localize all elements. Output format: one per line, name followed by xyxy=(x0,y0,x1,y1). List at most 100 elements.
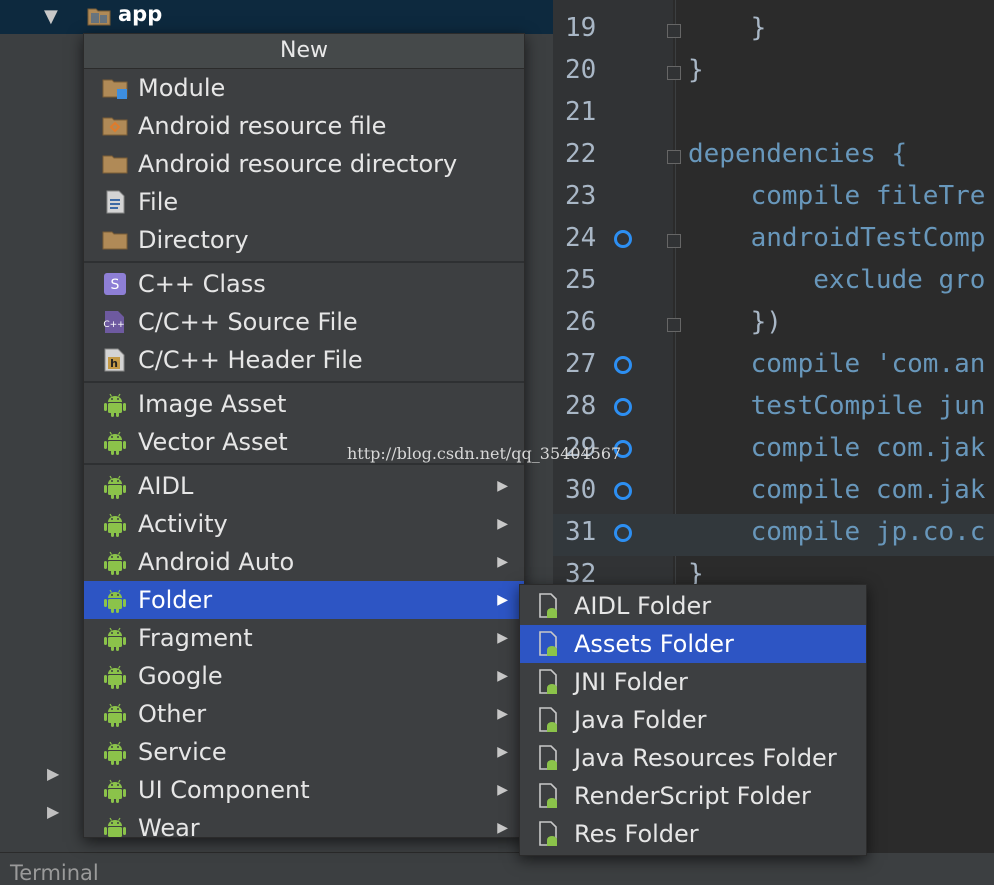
android-icon xyxy=(104,817,126,837)
code-text: androidTestComp xyxy=(688,223,986,253)
menu-item-c-c-header-file[interactable]: h C/C++ Header File xyxy=(84,341,524,379)
status-bar: Terminal xyxy=(0,852,994,885)
watermark: http://blog.csdn.net/qq_35404567 xyxy=(347,444,622,463)
line-number: 22 xyxy=(565,139,597,169)
line-number: 28 xyxy=(565,391,597,421)
file-android-icon xyxy=(539,593,557,618)
file-android-icon xyxy=(539,783,557,808)
expand-arrow-icon[interactable]: ▼ xyxy=(44,6,58,27)
line-number: 25 xyxy=(565,265,597,295)
breakpoint-icon[interactable] xyxy=(614,356,632,374)
code-line[interactable]: 27 compile 'com.an xyxy=(553,346,994,388)
menu-item-folder[interactable]: Folder ▶ xyxy=(84,581,524,619)
menu-item-file[interactable]: File xyxy=(84,183,524,221)
breakpoint-icon[interactable] xyxy=(614,398,632,416)
submenu-item-res-folder[interactable]: Res Folder xyxy=(520,815,866,853)
menu-item-label: Android resource directory xyxy=(138,150,458,178)
code-line[interactable]: 30 compile com.jak xyxy=(553,472,994,514)
menu-separator xyxy=(84,463,524,465)
submenu-arrow-icon: ▶ xyxy=(497,630,508,646)
code-text: testCompile jun xyxy=(688,391,986,421)
android-icon xyxy=(104,779,126,803)
submenu-item-java-folder[interactable]: Java Folder xyxy=(520,701,866,739)
menu-item-label: Google xyxy=(138,662,223,690)
code-line[interactable]: 19 } xyxy=(553,10,994,52)
menu-item-label: Image Asset xyxy=(138,390,287,418)
menu-item-label: Android resource file xyxy=(138,112,387,140)
fold-marker-icon[interactable] xyxy=(667,24,681,38)
code-line[interactable]: 28 testCompile jun xyxy=(553,388,994,430)
submenu-arrow-icon: ▶ xyxy=(497,668,508,684)
android-icon xyxy=(104,431,126,455)
line-number: 20 xyxy=(565,55,597,85)
menu-item-android-resource-file[interactable]: Android resource file xyxy=(84,107,524,145)
code-line[interactable]: 21 xyxy=(553,94,994,136)
menu-item-android-auto[interactable]: Android Auto ▶ xyxy=(84,543,524,581)
svg-text:C++: C++ xyxy=(103,320,124,330)
collapsed-arrow-icon[interactable]: ▶ xyxy=(47,764,59,783)
menu-item-other[interactable]: Other ▶ xyxy=(84,695,524,733)
code-line[interactable]: 31 compile jp.co.c xyxy=(553,514,994,556)
code-line[interactable]: 23 compile fileTre xyxy=(553,178,994,220)
menu-item-fragment[interactable]: Fragment ▶ xyxy=(84,619,524,657)
menu-item-label: Wear xyxy=(138,814,200,838)
fold-marker-icon[interactable] xyxy=(667,234,681,248)
menu-item-ui-component[interactable]: UI Component ▶ xyxy=(84,771,524,809)
submenu-item-assets-folder[interactable]: Assets Folder xyxy=(520,625,866,663)
terminal-tab[interactable]: Terminal xyxy=(10,861,99,885)
fold-marker-icon[interactable] xyxy=(667,318,681,332)
file-android-icon xyxy=(539,707,557,732)
menu-item-c-class[interactable]: S C++ Class xyxy=(84,265,524,303)
collapsed-arrow-icon[interactable]: ▶ xyxy=(47,802,59,821)
menu-item-wear[interactable]: Wear ▶ xyxy=(84,809,524,838)
code-line[interactable]: 22 dependencies { xyxy=(553,136,994,178)
breakpoint-icon[interactable] xyxy=(614,230,632,248)
menu-item-label: C/C++ Source File xyxy=(138,308,358,336)
folder-icon xyxy=(102,231,128,250)
menu-item-service[interactable]: Service ▶ xyxy=(84,733,524,771)
menu-item-c-c-source-file[interactable]: C++ C/C++ Source File xyxy=(84,303,524,341)
code-line[interactable]: 24 androidTestComp xyxy=(553,220,994,262)
menu-item-module[interactable]: Module xyxy=(84,69,524,107)
code-text: compile 'com.an xyxy=(688,349,986,379)
submenu-item-label: AIDL Folder xyxy=(574,592,712,620)
breakpoint-icon[interactable] xyxy=(614,482,632,500)
fold-marker-icon[interactable] xyxy=(667,66,681,80)
code-line[interactable]: 26 }) xyxy=(553,304,994,346)
menu-title: New xyxy=(84,34,524,69)
menu-item-directory[interactable]: Directory xyxy=(84,221,524,259)
submenu-item-label: Java Folder xyxy=(574,706,707,734)
new-menu: New Module Android resource file Android r… xyxy=(83,33,525,838)
menu-item-label: Android Auto xyxy=(138,548,295,576)
submenu-item-label: Assets Folder xyxy=(574,630,734,658)
file-android-icon xyxy=(539,669,557,694)
code-line[interactable]: 20} xyxy=(553,52,994,94)
submenu-arrow-icon: ▶ xyxy=(497,554,508,570)
line-number: 19 xyxy=(565,13,597,43)
submenu-item-renderscript-folder[interactable]: RenderScript Folder xyxy=(520,777,866,815)
line-number: 21 xyxy=(565,97,597,127)
submenu-item-aidl-folder[interactable]: AIDL Folder xyxy=(520,587,866,625)
android-icon xyxy=(104,741,126,765)
menu-item-google[interactable]: Google ▶ xyxy=(84,657,524,695)
svg-text:h: h xyxy=(110,357,118,370)
breakpoint-icon[interactable] xyxy=(614,524,632,542)
menu-item-aidl[interactable]: AIDL ▶ xyxy=(84,467,524,505)
menu-item-label: UI Component xyxy=(138,776,310,804)
submenu-arrow-icon: ▶ xyxy=(497,516,508,532)
menu-item-android-resource-directory[interactable]: Android resource directory xyxy=(84,145,524,183)
line-number: 30 xyxy=(565,475,597,505)
code-line[interactable]: 25 exclude gro xyxy=(553,262,994,304)
menu-item-activity[interactable]: Activity ▶ xyxy=(84,505,524,543)
file-android-icon xyxy=(539,745,557,770)
submenu-item-java-resources-folder[interactable]: Java Resources Folder xyxy=(520,739,866,777)
submenu-item-label: Res Folder xyxy=(574,820,699,848)
menu-item-label: AIDL xyxy=(138,472,194,500)
fold-marker-icon[interactable] xyxy=(667,150,681,164)
menu-item-image-asset[interactable]: Image Asset xyxy=(84,385,524,423)
menu-separator xyxy=(84,261,524,263)
folder-submenu-items: AIDL Folder Assets Folder JNI Folder Java F… xyxy=(520,585,866,853)
submenu-item-jni-folder[interactable]: JNI Folder xyxy=(520,663,866,701)
project-tree-selected-row[interactable]: ▼ app xyxy=(0,0,553,34)
code-text: compile jp.co.c xyxy=(688,517,986,547)
